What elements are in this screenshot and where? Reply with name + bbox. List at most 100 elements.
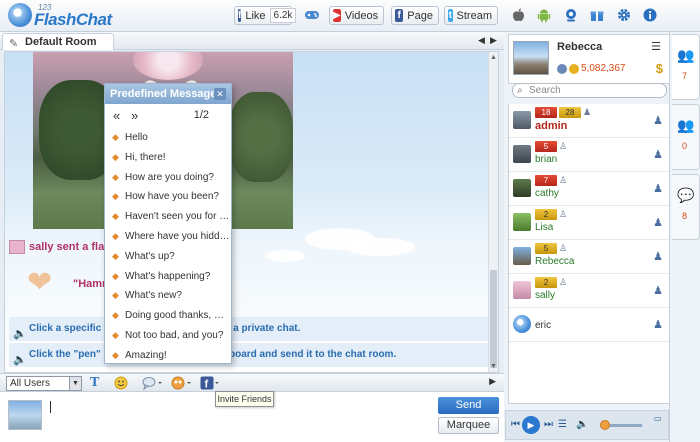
menu-icon[interactable]: ☰ — [651, 40, 661, 53]
predefined-message-text: Hello — [125, 132, 148, 143]
info-icon[interactable] — [642, 7, 658, 23]
volume-slider-handle[interactable] — [600, 420, 610, 430]
heart-hands-image: ❤ — [27, 268, 71, 298]
system-tip: 🔈 Click the "pen" icon board and send it… — [9, 343, 494, 367]
chat-scrollbar[interactable]: ▲ ▼ — [488, 52, 498, 372]
bullet-icon: ◆ — [112, 132, 119, 142]
volume-icon[interactable]: 🔈 — [576, 419, 588, 430]
speaker-icon: 🔈 — [13, 354, 27, 366]
room-tab-bar: ✎ Default Room ◀ ▶ — [0, 32, 504, 50]
user-profile-icon[interactable]: ♟ — [653, 114, 663, 127]
side-tab-count: 0 — [682, 141, 688, 151]
chevron-right-icon[interactable]: ▶ — [489, 376, 496, 387]
send-button[interactable]: Send — [438, 397, 499, 414]
tab-scroll-right-icon[interactable]: ▶ — [490, 35, 497, 46]
user-profile-icon[interactable]: ♟ — [653, 318, 663, 331]
next-track-icon[interactable]: ⏭ — [544, 419, 553, 430]
predefined-message-item[interactable]: ◆ Doing good thanks, wh... — [105, 306, 231, 326]
user-badges: 18 28 ♟ — [535, 107, 593, 118]
predefined-message-item[interactable]: ◆ Hello — [105, 128, 231, 148]
user-badges: 5 ♙ — [535, 243, 569, 254]
apple-icon[interactable] — [510, 7, 526, 23]
user-profile-icon[interactable]: ♟ — [653, 148, 663, 161]
marquee-button[interactable]: Marquee — [438, 417, 499, 434]
predefined-message-item[interactable]: ◆ Haven't seen you for a... — [105, 207, 231, 227]
user-list: 18 28 ♟ admin ♟ 5 ♙ brian ♟ 7 ♙ cathy ♟ … — [508, 104, 670, 404]
scroll-up-icon[interactable]: ▲ — [490, 54, 497, 61]
scroll-thumb[interactable] — [490, 270, 497, 368]
emoticon-icon[interactable] — [114, 375, 128, 391]
user-profile-icon[interactable]: ♟ — [653, 182, 663, 195]
side-tab-friends[interactable]: 👥 0 — [672, 104, 700, 170]
system-tip-text: board and send it to the chat room. — [229, 349, 397, 360]
side-tab-rooms[interactable]: 💬 8 — [672, 174, 700, 240]
avatar — [513, 145, 531, 163]
predefined-message-item[interactable]: ◆ What's new? — [105, 286, 231, 306]
play-button[interactable]: ▶ — [522, 416, 540, 434]
invite-facebook-icon[interactable]: f — [200, 375, 220, 391]
previous-track-icon[interactable]: ⏮ — [511, 419, 520, 430]
users-icon: 👥 — [677, 47, 695, 63]
user-row-sally[interactable]: 2 ♙ sally ♟ — [509, 274, 669, 308]
effects-icon[interactable] — [171, 375, 191, 391]
videos-button[interactable]: ▶ Videos — [329, 6, 384, 25]
user-row-rebecca[interactable]: 5 ♙ Rebecca ♟ — [509, 240, 669, 274]
playlist-icon[interactable]: ☰ — [558, 419, 567, 430]
user-row-admin[interactable]: 18 28 ♟ admin ♟ — [509, 104, 669, 138]
level-badge: 18 — [535, 107, 557, 118]
stream-button[interactable]: t Stream — [444, 6, 498, 25]
user-row-lisa[interactable]: 2 ♙ Lisa ♟ — [509, 206, 669, 240]
page-button[interactable]: f Page — [391, 6, 439, 25]
webcam-icon[interactable] — [563, 7, 579, 23]
friends-icon: 👥 — [677, 117, 695, 133]
predefined-message-item[interactable]: ◆ How have you been? — [105, 187, 231, 207]
tab-default-room[interactable]: ✎ Default Room — [2, 33, 114, 50]
bullet-icon: ◆ — [112, 329, 119, 340]
bullet-icon: ◆ — [112, 270, 119, 281]
predefined-message-text: What's new? — [125, 290, 182, 302]
scroll-down-icon[interactable]: ▼ — [490, 363, 497, 370]
predefined-message-text: Not too bad, and you? — [125, 329, 224, 341]
predefined-message-item[interactable]: ◆ What's happening? — [105, 267, 231, 287]
predefined-messages-icon[interactable] — [142, 375, 162, 391]
avatar — [8, 400, 42, 430]
predefined-message-item[interactable]: ◆ Hi, there! — [105, 148, 231, 168]
level-badge: 5 — [535, 141, 557, 152]
popout-icon[interactable]: ▭ — [654, 414, 662, 423]
avatar — [513, 315, 531, 333]
gift-icon[interactable] — [589, 7, 605, 23]
avatar — [513, 41, 549, 75]
recipient-select[interactable]: All Users ▼ — [6, 376, 82, 391]
side-tab-online-users[interactable]: 👥 7 — [672, 34, 700, 100]
dollar-icon[interactable]: $ — [656, 61, 663, 76]
like-label: Like — [245, 9, 266, 22]
predefined-message-item[interactable]: ◆ What's up? — [105, 247, 231, 267]
side-tab-strip: 👥 7 👥 0 💬 8 — [669, 32, 700, 442]
android-icon[interactable] — [536, 7, 552, 23]
gear-icon[interactable] — [616, 7, 632, 23]
tab-scroll-left-icon[interactable]: ◀ — [478, 35, 485, 46]
search-input[interactable]: ⌕ Search — [512, 83, 667, 98]
avatar — [513, 213, 531, 231]
user-row-cathy[interactable]: 7 ♙ cathy ♟ — [509, 172, 669, 206]
user-profile-icon[interactable]: ♟ — [653, 250, 663, 263]
predefined-message-item[interactable]: ◆ Amazing! — [105, 346, 231, 366]
predefined-message-item[interactable]: ◆ Where have you hidde... — [105, 227, 231, 247]
facebook-like-button[interactable]: f Like 6.2k — [234, 6, 297, 25]
next-page-button[interactable]: » — [131, 108, 138, 123]
predefined-message-text: Hi, there! — [125, 151, 166, 163]
user-icon: ♙ — [559, 243, 568, 253]
predefined-message-item[interactable]: ◆ Not too bad, and you? — [105, 326, 231, 346]
text-format-icon[interactable]: T — [90, 375, 99, 391]
gamepad-icon[interactable] — [304, 7, 320, 23]
user-row-eric[interactable]: eric ♟ — [509, 308, 669, 342]
prev-page-button[interactable]: « — [113, 108, 120, 123]
user-profile-icon[interactable]: ♟ — [653, 216, 663, 229]
close-icon[interactable]: ✕ — [214, 88, 226, 100]
gold-badge: 5 — [535, 243, 557, 254]
predefined-message-item[interactable]: ◆ How are you doing? — [105, 168, 231, 188]
user-row-brian[interactable]: 5 ♙ brian ♟ — [509, 138, 669, 172]
user-profile-icon[interactable]: ♟ — [653, 284, 663, 297]
my-profile-card[interactable]: Rebecca ☰ 5,082,367 $ — [508, 34, 670, 84]
chevron-down-icon: ▼ — [69, 377, 81, 390]
